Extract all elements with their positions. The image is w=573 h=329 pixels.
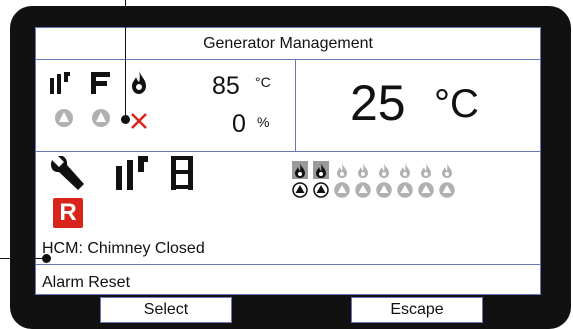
burner-flame-icon	[337, 163, 347, 178]
burner-valve-icon	[376, 182, 392, 198]
menu-item-alarm-reset[interactable]: Alarm Reset	[42, 274, 130, 292]
heat-exchanger-icon	[50, 72, 70, 94]
fault-x-icon	[131, 113, 147, 129]
burner-valve-icon	[313, 182, 329, 198]
percent-unit: %	[257, 114, 270, 130]
pump-icon	[92, 109, 110, 127]
current-temp-value: 25	[350, 75, 406, 131]
chimney-icon	[91, 72, 110, 94]
pump-icon	[55, 109, 73, 127]
burner-valve-icon	[292, 182, 308, 198]
burner-flame-icon	[421, 163, 431, 178]
callout-dot	[42, 254, 51, 263]
flame-icon	[132, 70, 146, 94]
heat-exchanger-icon	[116, 156, 148, 190]
burner-flame-icon	[292, 161, 308, 179]
callout-line	[0, 258, 46, 259]
burner-flame-icon	[313, 161, 329, 179]
burner-valve-icon	[439, 182, 455, 198]
burner-valve-icon	[355, 182, 371, 198]
supply-temp-value: 85	[212, 72, 240, 100]
percent-value: 0	[232, 110, 246, 138]
burner-flame-icon	[442, 163, 452, 178]
page-title: Generator Management	[203, 35, 373, 52]
burner-flame-icon	[358, 163, 368, 178]
divider-vertical	[295, 59, 296, 151]
burner-valve-icon	[418, 182, 434, 198]
wrench-icon	[50, 156, 84, 190]
burner-flame-icon	[379, 163, 389, 178]
ladder-icon	[171, 156, 193, 190]
divider-middle	[36, 151, 540, 152]
current-temp-unit: °C	[434, 82, 479, 126]
callout-dot	[121, 115, 130, 124]
reset-required-badge: R	[53, 198, 83, 228]
select-button[interactable]: Select	[100, 297, 232, 323]
divider-bottom	[36, 264, 540, 265]
burner-valve-icon	[397, 182, 413, 198]
burner-flame-icon	[400, 163, 410, 178]
escape-button[interactable]: Escape	[351, 297, 483, 323]
supply-temp-unit: °C	[255, 74, 271, 90]
burner-valve-icon	[334, 182, 350, 198]
callout-line	[125, 0, 126, 120]
alarm-message: HCM: Chimney Closed	[42, 240, 205, 257]
display-screen: Generator Management 85 °C 0 % 25 °C R H…	[35, 27, 541, 295]
divider-top	[36, 59, 540, 60]
